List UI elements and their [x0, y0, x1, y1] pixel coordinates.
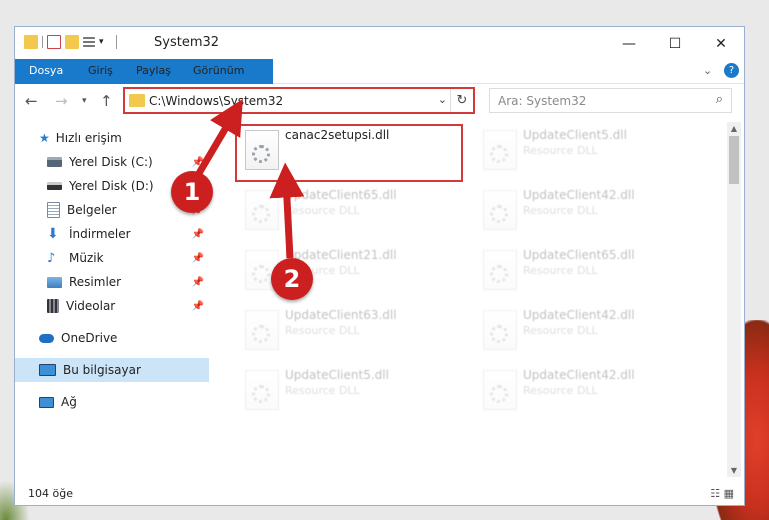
- callout-step-1: 1: [171, 171, 213, 213]
- arrow-to-file: [269, 162, 305, 259]
- arrow-to-address-bar: [194, 98, 243, 177]
- annotation-arrows: [194, 98, 305, 259]
- callout-step-2: 2: [271, 258, 313, 300]
